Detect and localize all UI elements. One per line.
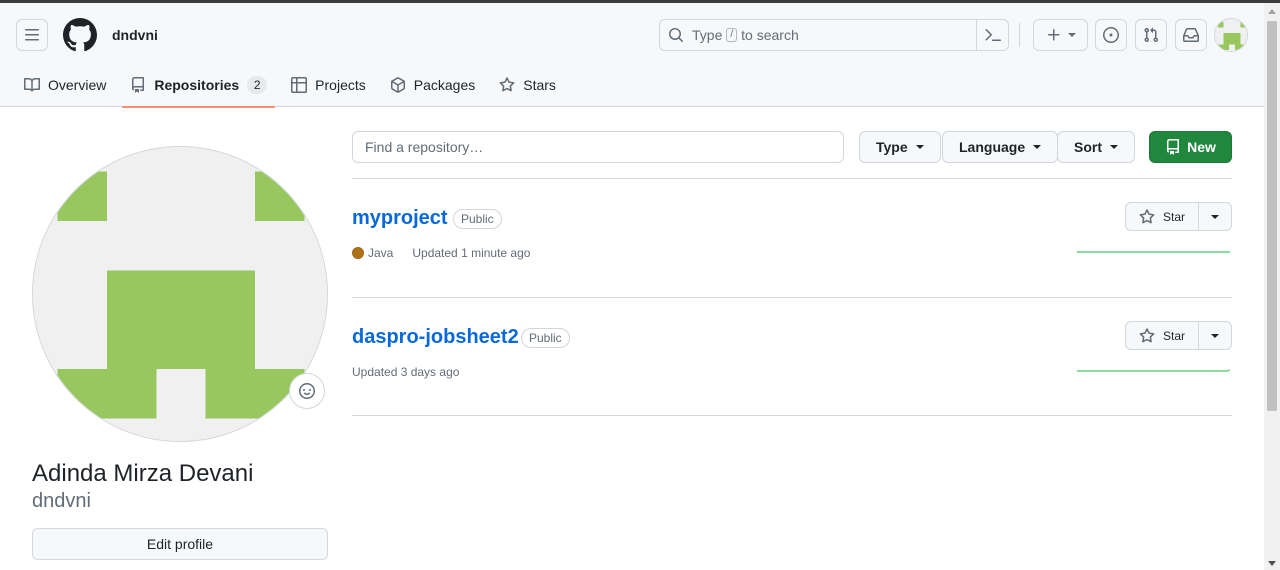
star-icon bbox=[499, 77, 515, 92]
smiley-icon bbox=[299, 383, 315, 399]
language-filter-label: Language bbox=[959, 139, 1026, 155]
activity-sparkline bbox=[1077, 369, 1230, 372]
user-avatar-small[interactable] bbox=[1214, 18, 1248, 52]
star-label: Star bbox=[1162, 209, 1185, 224]
git-pull-request-icon bbox=[1144, 27, 1159, 43]
repo-updated: Updated 1 minute ago bbox=[412, 246, 531, 260]
star-label: Star bbox=[1162, 328, 1185, 343]
find-repository-input[interactable] bbox=[352, 131, 844, 163]
terminal-icon bbox=[984, 29, 1001, 41]
repo-meta: Java Updated 1 minute ago bbox=[352, 246, 530, 260]
star-icon bbox=[1139, 208, 1155, 223]
star-button-group: Star bbox=[1125, 321, 1232, 350]
search-input[interactable]: Type / to search bbox=[659, 19, 1009, 51]
create-new-button[interactable] bbox=[1033, 19, 1088, 51]
star-lists-dropdown[interactable] bbox=[1199, 322, 1231, 349]
type-filter-button[interactable]: Type bbox=[859, 131, 941, 163]
edit-profile-button[interactable]: Edit profile bbox=[32, 528, 328, 560]
repo-link[interactable]: myproject bbox=[352, 207, 448, 230]
pull-requests-button[interactable] bbox=[1135, 19, 1167, 51]
profile-login: dndvni bbox=[32, 490, 91, 512]
activity-sparkline bbox=[1077, 251, 1230, 253]
chevron-down-icon bbox=[1067, 33, 1076, 37]
repo-link[interactable]: daspro-jobsheet2 bbox=[352, 326, 519, 349]
repo-language: Java bbox=[368, 246, 394, 260]
repo-icon bbox=[132, 77, 145, 93]
star-icon bbox=[1139, 327, 1155, 342]
star-button[interactable]: Star bbox=[1126, 322, 1199, 349]
header-divider bbox=[1019, 23, 1020, 47]
list-divider bbox=[352, 178, 1232, 179]
repo-icon bbox=[1167, 139, 1180, 155]
tab-overview-label: Overview bbox=[48, 77, 107, 93]
scroll-up-arrow-icon[interactable] bbox=[1268, 9, 1276, 14]
package-icon bbox=[390, 77, 405, 93]
repo-meta: Updated 3 days ago bbox=[352, 365, 459, 379]
chevron-down-icon bbox=[1033, 145, 1042, 149]
star-button[interactable]: Star bbox=[1126, 203, 1199, 230]
chevron-down-icon bbox=[1211, 333, 1219, 338]
plus-icon bbox=[1047, 29, 1059, 41]
identicon-icon bbox=[1215, 19, 1247, 51]
chevron-down-icon bbox=[1110, 145, 1118, 149]
profile-full-name: Adinda Mirza Devani bbox=[32, 460, 254, 487]
identicon-icon bbox=[33, 147, 327, 441]
tab-stars-label: Stars bbox=[523, 77, 556, 93]
search-shortcut-key: / bbox=[726, 28, 738, 42]
tab-repositories[interactable]: Repositories 2 bbox=[122, 63, 275, 108]
menu-button[interactable] bbox=[16, 19, 48, 51]
tab-repositories-label: Repositories bbox=[154, 77, 240, 93]
hamburger-icon bbox=[25, 29, 39, 41]
new-button-label: New bbox=[1187, 139, 1216, 155]
star-lists-dropdown[interactable] bbox=[1199, 203, 1231, 230]
page-scrollbar[interactable] bbox=[1264, 3, 1280, 570]
scroll-down-arrow-icon[interactable] bbox=[1268, 561, 1276, 566]
type-filter-label: Type bbox=[876, 139, 908, 155]
chevron-down-icon bbox=[1211, 214, 1219, 219]
list-divider bbox=[352, 415, 1232, 416]
notifications-button[interactable] bbox=[1175, 19, 1207, 51]
visibility-badge: Public bbox=[453, 209, 502, 229]
visibility-badge: Public bbox=[521, 328, 570, 348]
tab-packages[interactable]: Packages bbox=[382, 63, 483, 107]
table-icon bbox=[291, 77, 308, 93]
language-filter-button[interactable]: Language bbox=[942, 131, 1059, 163]
sort-button[interactable]: Sort bbox=[1057, 131, 1135, 163]
search-suffix-text: to search bbox=[741, 27, 799, 43]
new-repository-button[interactable]: New bbox=[1149, 131, 1232, 163]
inbox-icon bbox=[1183, 28, 1199, 42]
sort-label: Sort bbox=[1074, 139, 1102, 155]
language-color-dot bbox=[352, 247, 364, 259]
tab-overview[interactable]: Overview bbox=[16, 63, 114, 107]
tab-projects-label: Projects bbox=[315, 77, 366, 93]
chevron-down-icon bbox=[915, 145, 924, 149]
tab-stars[interactable]: Stars bbox=[491, 63, 564, 107]
search-icon bbox=[669, 28, 684, 43]
profile-avatar[interactable] bbox=[32, 146, 328, 442]
page-header: dndvni Type / to search Overview Reposit… bbox=[0, 3, 1264, 108]
profile-tabs: Overview Repositories 2 Projects Package… bbox=[16, 63, 572, 108]
tab-packages-label: Packages bbox=[413, 77, 476, 93]
issues-button[interactable] bbox=[1095, 19, 1127, 51]
github-logo-icon[interactable] bbox=[63, 18, 97, 52]
tab-projects[interactable]: Projects bbox=[283, 63, 374, 107]
scrollbar-thumb[interactable] bbox=[1267, 21, 1277, 411]
issue-opened-icon bbox=[1103, 27, 1119, 43]
list-divider bbox=[352, 297, 1232, 298]
repo-updated: Updated 3 days ago bbox=[352, 365, 460, 379]
star-button-group: Star bbox=[1125, 202, 1232, 231]
context-username[interactable]: dndvni bbox=[112, 27, 158, 43]
book-icon bbox=[24, 77, 40, 92]
repositories-count-badge: 2 bbox=[247, 76, 268, 94]
command-palette-button[interactable] bbox=[976, 20, 1008, 50]
search-prefix-text: Type bbox=[692, 27, 723, 43]
set-status-button[interactable] bbox=[289, 373, 325, 409]
